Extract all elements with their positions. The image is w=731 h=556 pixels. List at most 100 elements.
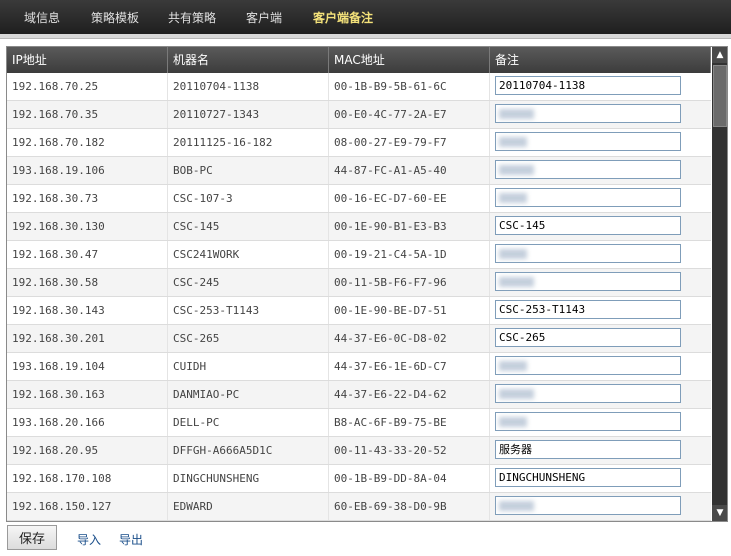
note-cell bbox=[490, 381, 711, 408]
table-row[interactable]: 192.168.30.130 CSC-145 00-1E-90-B1-E3-B3 CS… bbox=[7, 213, 711, 241]
note-input[interactable]: CSC-265 bbox=[495, 328, 681, 347]
machine-name-cell: 20110704-1138 bbox=[168, 73, 329, 100]
note-text: CSC-253-T1143 bbox=[499, 303, 586, 316]
machine-name-cell: DELL-PC bbox=[168, 409, 329, 436]
mac-address-cell: 00-11-5B-F6-F7-96 bbox=[329, 269, 490, 296]
grid-rows: 192.168.70.25 20110704-1138 00-1B-B9-5B-61… bbox=[7, 73, 711, 521]
table-row[interactable]: 192.168.30.163 DANMIAO-PC 44-37-E6-22-D4-6… bbox=[7, 381, 711, 409]
note-cell bbox=[490, 157, 711, 184]
machine-name-cell: 20110727-1343 bbox=[168, 101, 329, 128]
table-row[interactable]: 192.168.170.108 DINGCHUNSHENG 00-1B-B9-DD-… bbox=[7, 465, 711, 493]
scroll-up-arrow-icon[interactable]: ▲ bbox=[712, 47, 727, 63]
table-row[interactable]: 192.168.30.143 CSC-253-T1143 00-1E-90-BE-D… bbox=[7, 297, 711, 325]
scrollbar-thumb[interactable] bbox=[713, 65, 727, 127]
tab-clients[interactable]: 客户端 bbox=[246, 9, 282, 26]
note-cell bbox=[490, 101, 711, 128]
tab-domain-info[interactable]: 域信息 bbox=[24, 9, 60, 26]
note-cell bbox=[490, 185, 711, 212]
ip-address-cell: 192.168.30.201 bbox=[7, 325, 168, 352]
table-row[interactable]: 192.168.150.127 EDWARD 60-EB-69-38-D0-9B bbox=[7, 493, 711, 521]
machine-name-cell: DANMIAO-PC bbox=[168, 381, 329, 408]
note-input[interactable]: CSC-145 bbox=[495, 216, 681, 235]
ip-address-cell: 192.168.70.25 bbox=[7, 73, 168, 100]
note-cell bbox=[490, 241, 711, 268]
client-notes-grid: IP地址 机器名 MAC地址 备注 192.168.70.25 20110704-… bbox=[6, 46, 728, 522]
machine-name-cell: DINGCHUNSHENG bbox=[168, 465, 329, 492]
redacted-note-text bbox=[499, 109, 534, 119]
table-row[interactable]: 192.168.20.95 DFFGH-A666A5D1C 00-11-43-33-… bbox=[7, 437, 711, 465]
note-input[interactable]: CSC-253-T1143 bbox=[495, 300, 681, 319]
note-input[interactable] bbox=[495, 412, 681, 431]
ip-address-cell: 192.168.30.143 bbox=[7, 297, 168, 324]
mac-address-cell: 08-00-27-E9-79-F7 bbox=[329, 129, 490, 156]
note-input[interactable] bbox=[495, 356, 681, 375]
note-input[interactable] bbox=[495, 272, 681, 291]
note-input[interactable] bbox=[495, 384, 681, 403]
machine-name-cell: CUIDH bbox=[168, 353, 329, 380]
ip-address-cell: 193.168.20.166 bbox=[7, 409, 168, 436]
machine-name-cell: 20111125-16-182 bbox=[168, 129, 329, 156]
machine-name-cell: EDWARD bbox=[168, 493, 329, 520]
table-row[interactable]: 192.168.30.73 CSC-107-3 00-16-EC-D7-60-EE bbox=[7, 185, 711, 213]
top-nav: 域信息 策略模板 共有策略 客户端 客户端备注 bbox=[0, 0, 731, 34]
redacted-note-text bbox=[499, 193, 527, 203]
ip-address-cell: 192.168.30.130 bbox=[7, 213, 168, 240]
tab-client-notes[interactable]: 客户端备注 bbox=[313, 9, 373, 26]
import-link[interactable]: 导入 bbox=[77, 531, 101, 548]
redacted-note-text bbox=[499, 277, 534, 287]
mac-address-cell: 00-19-21-C4-5A-1D bbox=[329, 241, 490, 268]
ip-address-cell: 192.168.30.73 bbox=[7, 185, 168, 212]
column-header-machine-name[interactable]: 机器名 bbox=[168, 47, 329, 73]
mac-address-cell: 00-1B-B9-5B-61-6C bbox=[329, 73, 490, 100]
column-header-note[interactable]: 备注 bbox=[490, 47, 711, 73]
redacted-note-text bbox=[499, 417, 527, 427]
mac-address-cell: B8-AC-6F-B9-75-BE bbox=[329, 409, 490, 436]
note-cell bbox=[490, 269, 711, 296]
table-row[interactable]: 192.168.30.201 CSC-265 44-37-E6-0C-D8-02 CS… bbox=[7, 325, 711, 353]
tab-shared-policies[interactable]: 共有策略 bbox=[168, 9, 216, 26]
table-row[interactable]: 192.168.70.25 20110704-1138 00-1B-B9-5B-61… bbox=[7, 73, 711, 101]
machine-name-cell: CSC241WORK bbox=[168, 241, 329, 268]
ip-address-cell: 192.168.30.58 bbox=[7, 269, 168, 296]
table-row[interactable]: 193.168.19.104 CUIDH 44-37-E6-1E-6D-C7 bbox=[7, 353, 711, 381]
machine-name-cell: CSC-145 bbox=[168, 213, 329, 240]
ip-address-cell: 192.168.170.108 bbox=[7, 465, 168, 492]
table-row[interactable]: 192.168.70.35 20110727-1343 00-E0-4C-77-2A… bbox=[7, 101, 711, 129]
note-input[interactable] bbox=[495, 160, 681, 179]
save-button[interactable]: 保存 bbox=[7, 525, 57, 550]
note-input[interactable] bbox=[495, 104, 681, 123]
table-row[interactable]: 192.168.30.47 CSC241WORK 00-19-21-C4-5A-1D bbox=[7, 241, 711, 269]
ip-address-cell: 193.168.19.106 bbox=[7, 157, 168, 184]
table-row[interactable]: 193.168.20.166 DELL-PC B8-AC-6F-B9-75-BE bbox=[7, 409, 711, 437]
ip-address-cell: 192.168.70.182 bbox=[7, 129, 168, 156]
mac-address-cell: 00-1B-B9-DD-8A-04 bbox=[329, 465, 490, 492]
table-row[interactable]: 193.168.19.106 BOB-PC 44-87-FC-A1-A5-40 bbox=[7, 157, 711, 185]
tab-policy-templates[interactable]: 策略模板 bbox=[91, 9, 139, 26]
note-input[interactable] bbox=[495, 496, 681, 515]
mac-address-cell: 00-1E-90-BE-D7-51 bbox=[329, 297, 490, 324]
note-input[interactable] bbox=[495, 132, 681, 151]
export-link[interactable]: 导出 bbox=[119, 531, 143, 548]
note-input[interactable]: 20110704-1138 bbox=[495, 76, 681, 95]
note-input[interactable]: 服务器 bbox=[495, 440, 681, 459]
note-text: 服务器 bbox=[499, 443, 532, 456]
nav-divider bbox=[0, 34, 731, 39]
mac-address-cell: 44-87-FC-A1-A5-40 bbox=[329, 157, 490, 184]
vertical-scrollbar[interactable]: ▲ ▼ bbox=[712, 47, 727, 521]
column-header-mac[interactable]: MAC地址 bbox=[329, 47, 490, 73]
machine-name-cell: BOB-PC bbox=[168, 157, 329, 184]
note-input[interactable]: DINGCHUNSHENG bbox=[495, 468, 681, 487]
mac-address-cell: 00-11-43-33-20-52 bbox=[329, 437, 490, 464]
machine-name-cell: CSC-245 bbox=[168, 269, 329, 296]
scroll-down-arrow-icon[interactable]: ▼ bbox=[712, 505, 727, 521]
table-row[interactable]: 192.168.70.182 20111125-16-182 08-00-27-E9… bbox=[7, 129, 711, 157]
note-cell: CSC-253-T1143 bbox=[490, 297, 711, 324]
machine-name-cell: CSC-107-3 bbox=[168, 185, 329, 212]
note-input[interactable] bbox=[495, 188, 681, 207]
note-input[interactable] bbox=[495, 244, 681, 263]
redacted-note-text bbox=[499, 137, 527, 147]
table-row[interactable]: 192.168.30.58 CSC-245 00-11-5B-F6-F7-96 bbox=[7, 269, 711, 297]
column-header-ip[interactable]: IP地址 bbox=[7, 47, 168, 73]
note-cell bbox=[490, 493, 711, 520]
redacted-note-text bbox=[499, 249, 527, 259]
